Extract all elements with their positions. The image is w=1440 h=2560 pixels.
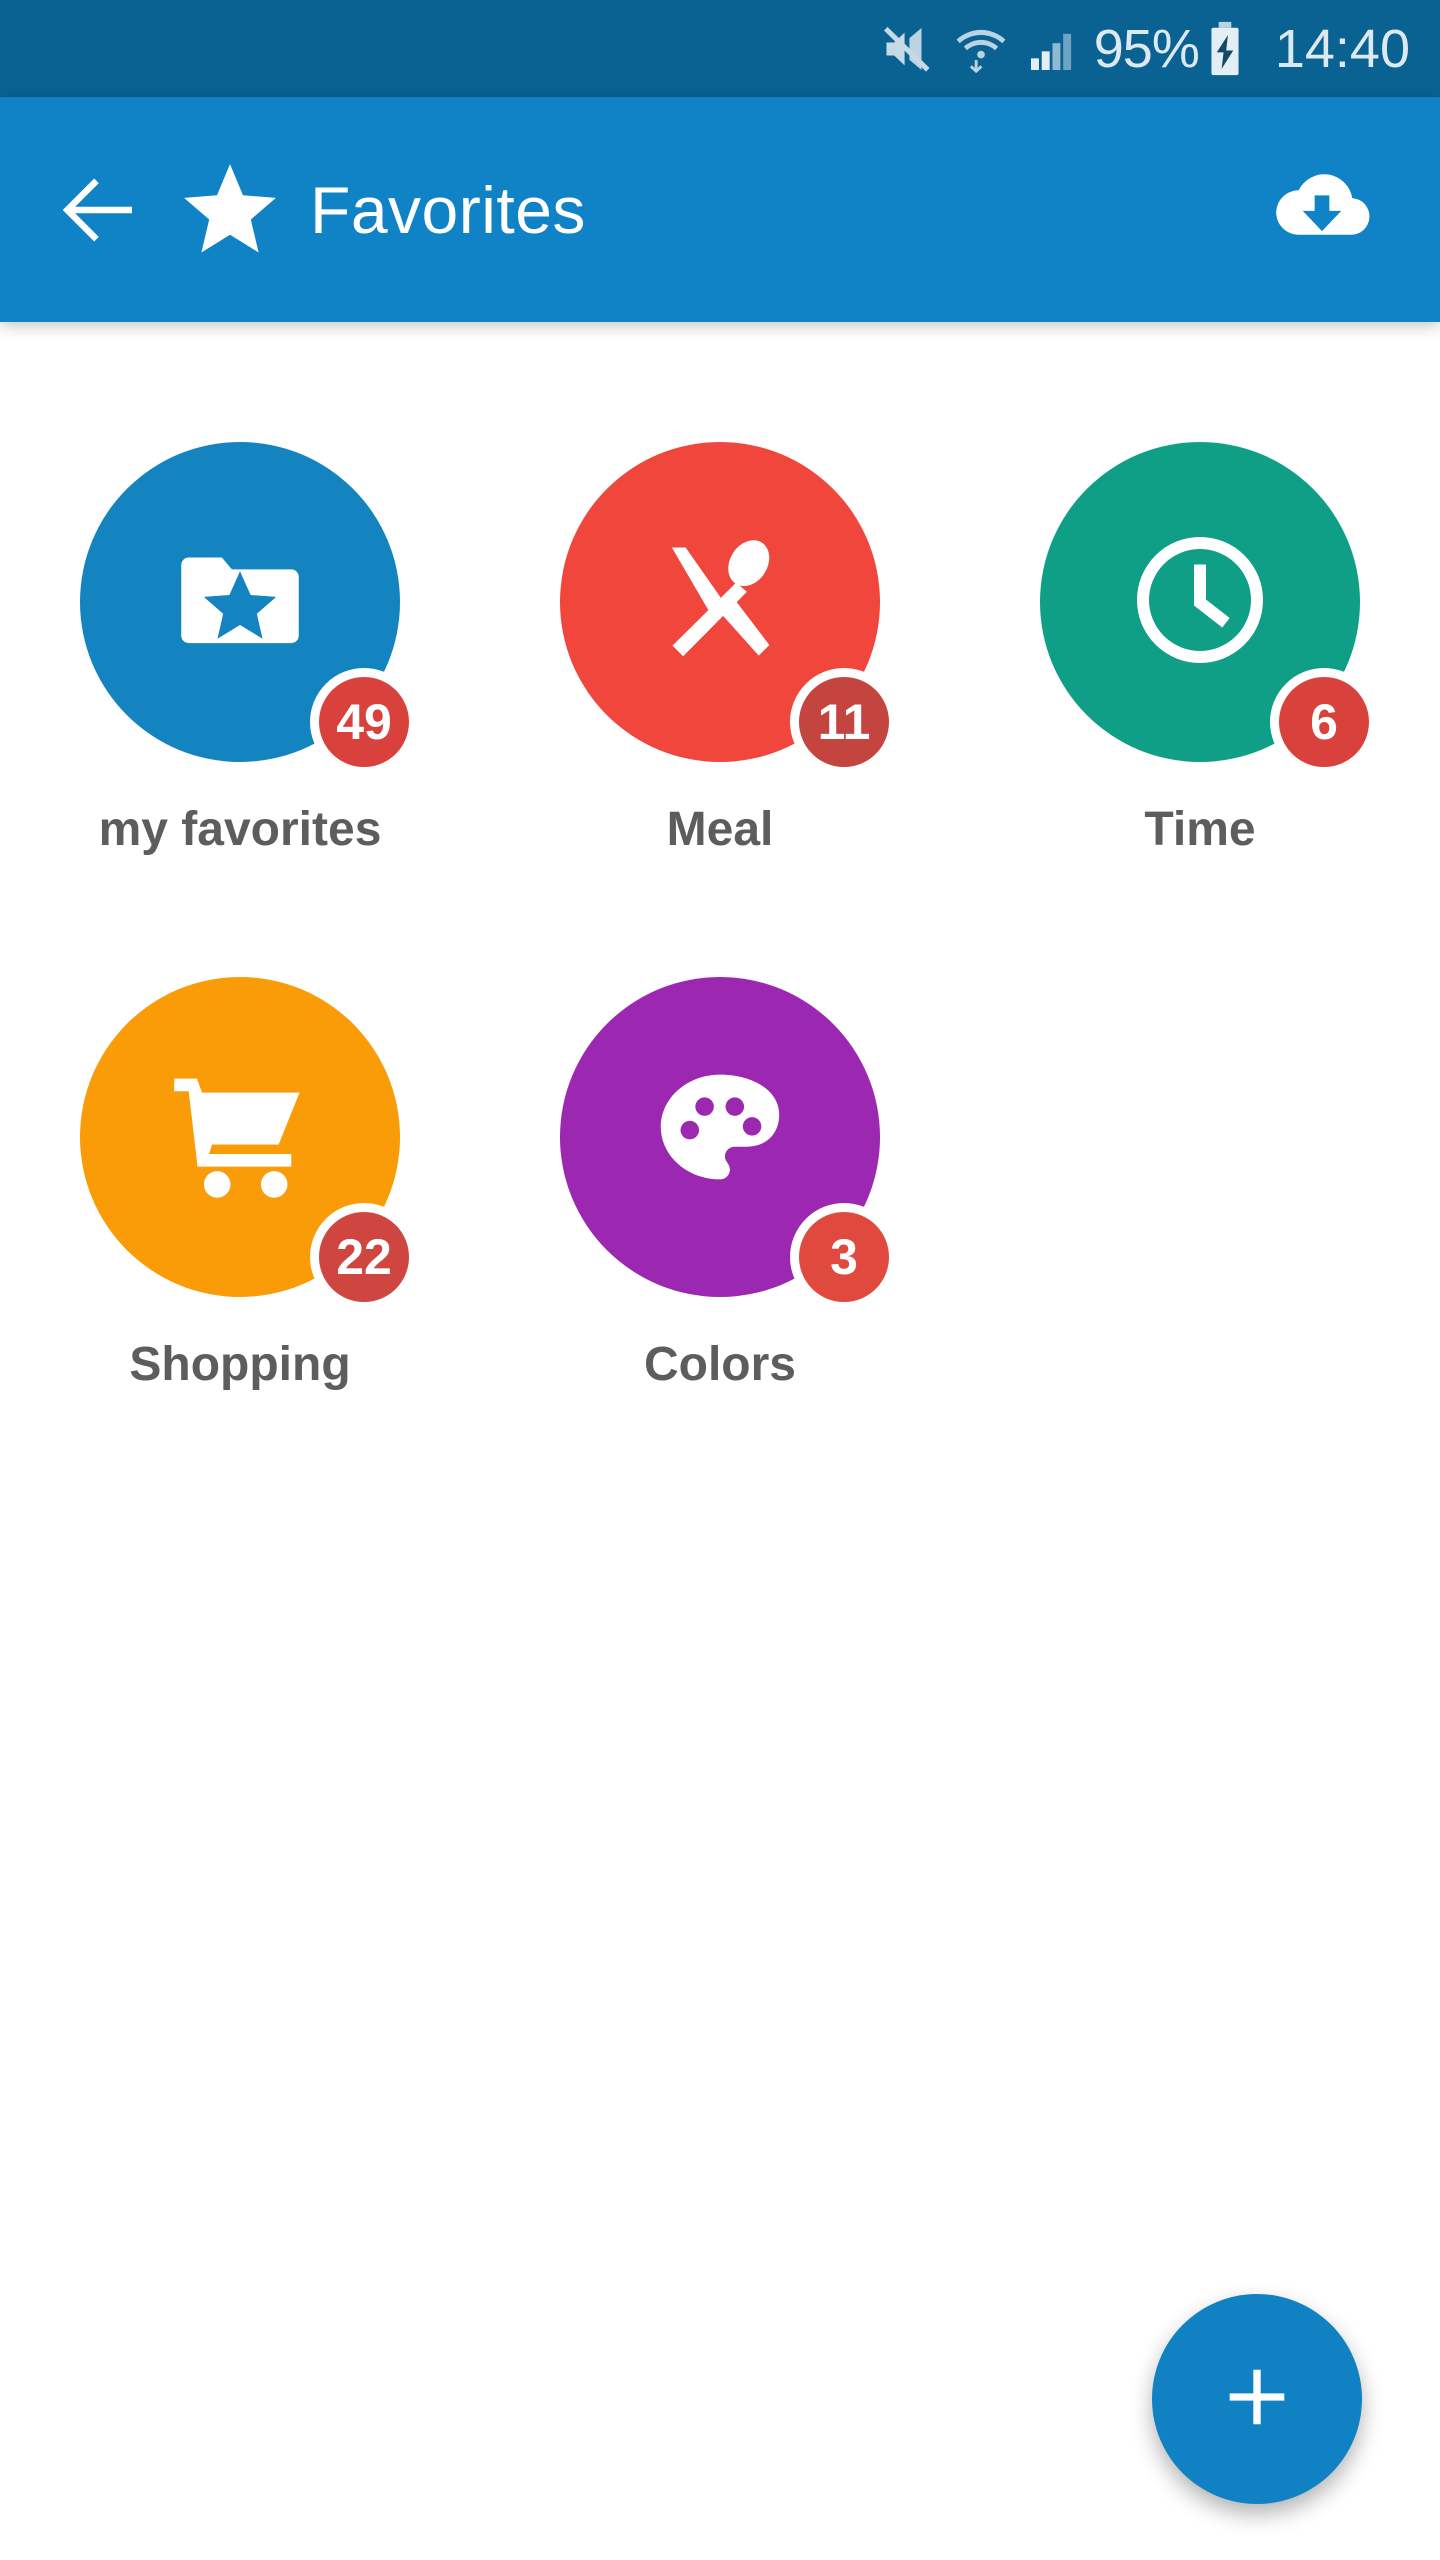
clock-icon	[1124, 524, 1276, 681]
category-label: my favorites	[98, 803, 382, 856]
page-title: Favorites	[310, 172, 586, 247]
grid-item-meal[interactable]: 11 Meal	[480, 442, 960, 977]
app-bar: Favorites	[0, 97, 1440, 322]
category-label: Colors	[643, 1338, 796, 1391]
cloud-download-icon[interactable]	[1262, 150, 1382, 270]
grid-item-my-favorites[interactable]: 49 my favorites	[0, 442, 480, 977]
grid-item-colors[interactable]: 3 Colors	[480, 977, 960, 1512]
badge-value: 22	[336, 1229, 392, 1285]
badge-count: 6	[1270, 668, 1378, 776]
shopping-cart-icon	[164, 1059, 316, 1216]
icon-wrapper: 11	[560, 442, 898, 776]
grid-item-time[interactable]: 6 Time	[960, 442, 1440, 977]
badge-count: 3	[790, 1203, 898, 1311]
icon-wrapper: 3	[560, 977, 898, 1311]
grid-item-shopping[interactable]: 22 Shopping	[0, 977, 480, 1512]
badge-count: 22	[310, 1203, 418, 1311]
badge-value: 3	[830, 1229, 858, 1285]
badge-value: 11	[817, 694, 871, 750]
status-bar: 95% 14:40	[0, 0, 1440, 97]
cellular-signal-icon	[1024, 21, 1080, 77]
battery-charging-icon	[1201, 20, 1249, 78]
plus-icon	[1215, 2355, 1299, 2444]
back-button[interactable]	[42, 154, 154, 266]
badge-count: 49	[310, 668, 418, 776]
category-label: Shopping	[129, 1338, 351, 1391]
mute-speaker-icon	[878, 20, 936, 78]
star-icon	[176, 156, 284, 264]
icon-wrapper: 6	[1040, 442, 1378, 776]
status-clock: 14:40	[1274, 18, 1410, 79]
category-label: Meal	[666, 803, 774, 856]
status-icons: 95% 14:40	[878, 18, 1410, 80]
badge-count: 11	[790, 668, 898, 776]
icon-wrapper: 49	[80, 442, 418, 776]
add-button[interactable]	[1152, 2294, 1362, 2504]
category-label: Time	[1144, 803, 1256, 856]
category-grid: 49 my favorites 11 Meal 6 Time 22 Shoppi…	[0, 322, 1440, 1512]
palette-icon	[646, 1061, 794, 1214]
folder-star-icon	[165, 525, 315, 680]
badge-value: 6	[1310, 694, 1338, 750]
content-area: 49 my favorites 11 Meal 6 Time 22 Shoppi…	[0, 322, 1440, 2560]
wifi-transfer-icon	[952, 20, 1010, 78]
icon-wrapper: 22	[80, 977, 418, 1311]
battery-percent-label: 95%	[1093, 18, 1200, 79]
knife-spoon-icon	[645, 525, 795, 680]
badge-value: 49	[336, 694, 392, 750]
